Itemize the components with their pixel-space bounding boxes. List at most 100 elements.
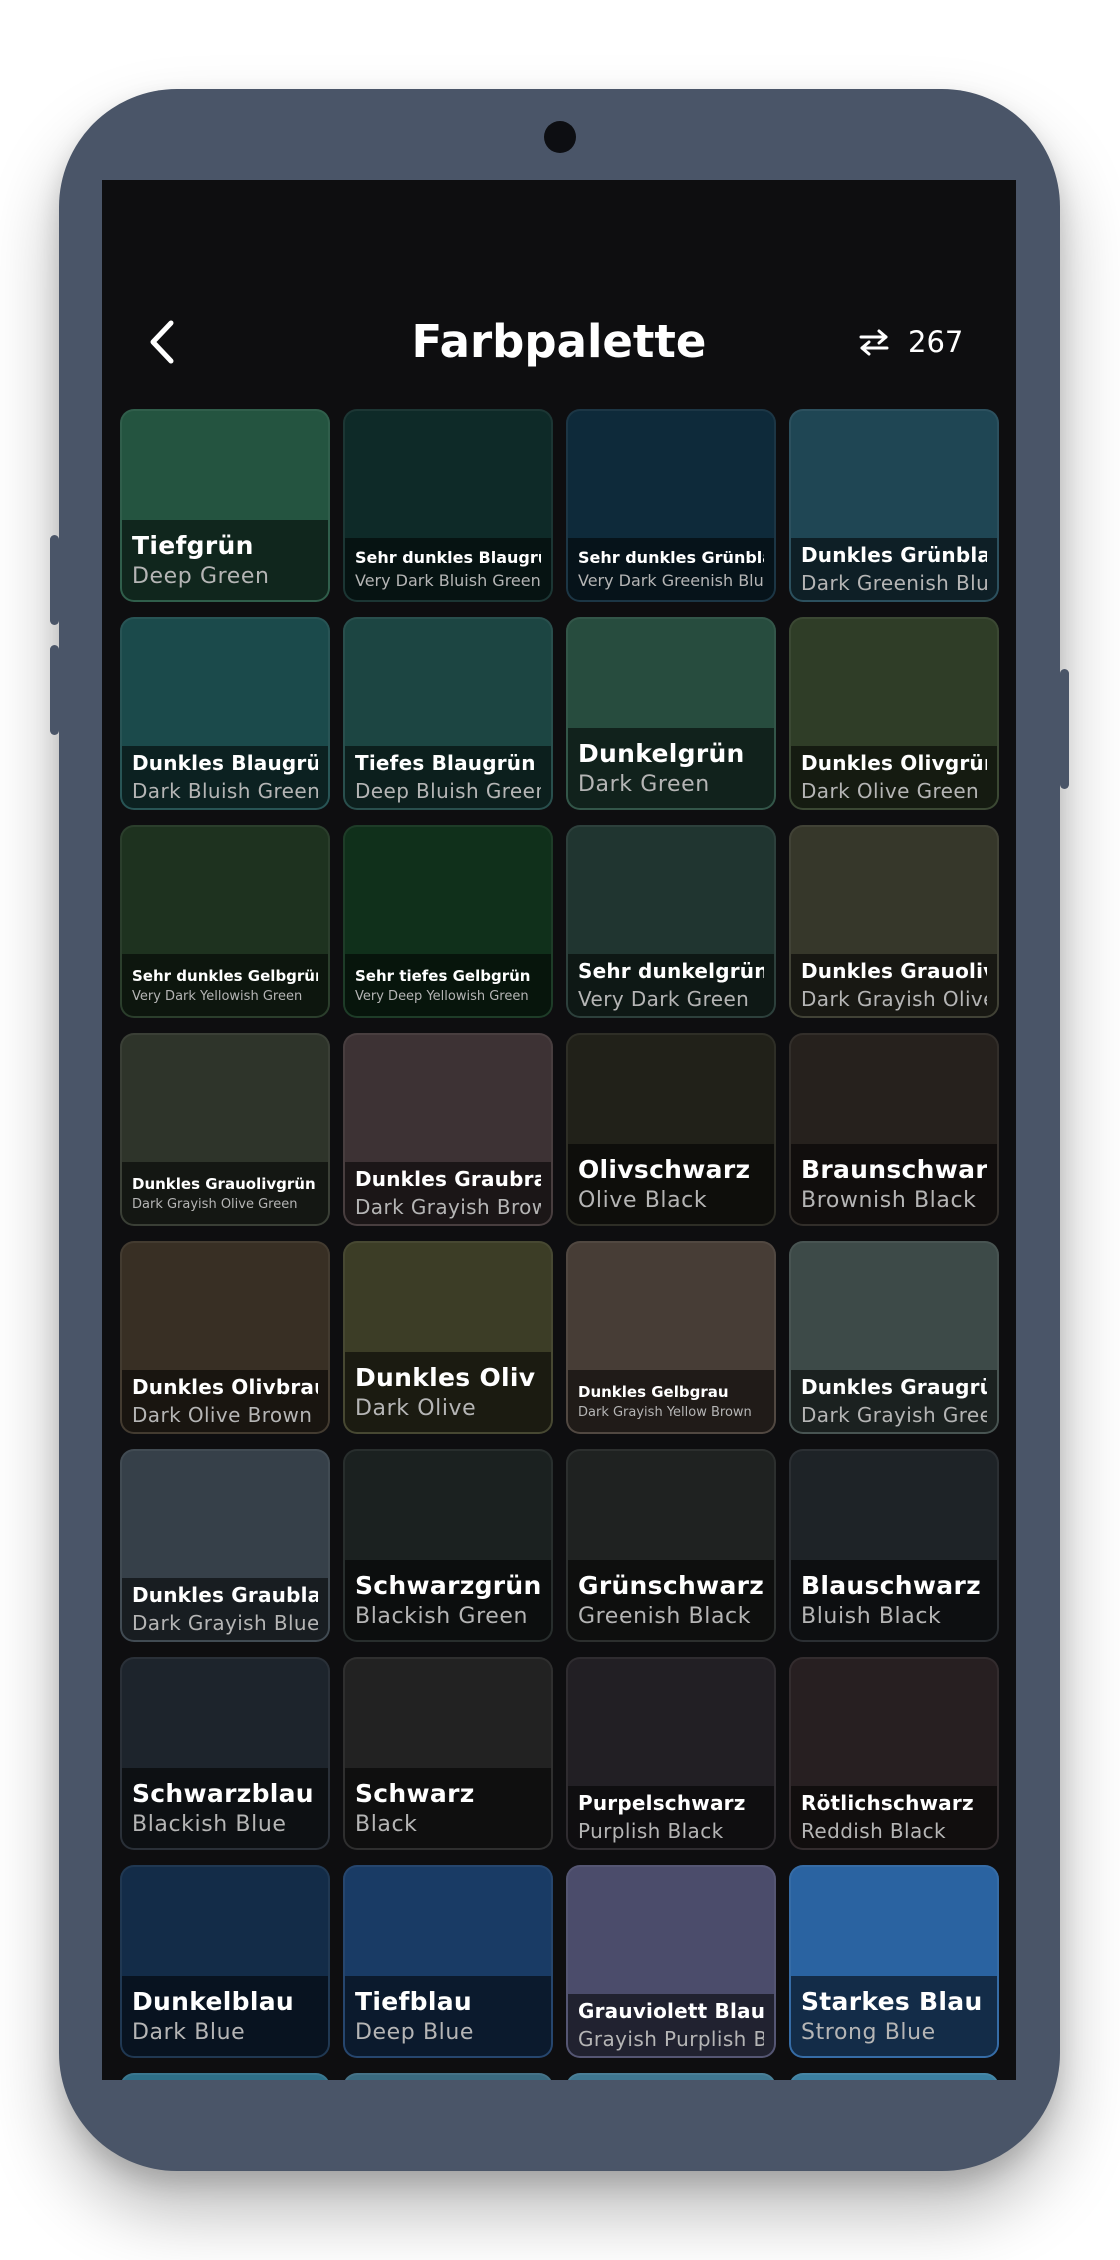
color-name-english: Strong Blue: [801, 2020, 936, 2045]
color-name-english: Blackish Green: [355, 1604, 529, 1629]
phone-frame: Farbpalette 267 Tiefgrün Deep Green Sehr d…: [50, 89, 1069, 2171]
side-button: [1060, 669, 1069, 789]
color-name-english: Black: [355, 1812, 418, 1837]
color-name-german: Sehr dunkles Gelbgrün: [132, 966, 318, 985]
color-swatch-card[interactable]: Dunkles Graugrün Dark Grayish Green: [789, 1241, 999, 1434]
color-name-german: Dunkles Graublau: [132, 1583, 318, 1607]
swatch-label: Purpelschwarz Purplish Black: [568, 1786, 774, 1848]
color-name-german: Starkes Blau: [801, 1987, 983, 2016]
color-swatch-card[interactable]: [120, 2073, 330, 2080]
color-swatch-card[interactable]: Dunkles Grauolivgrün Dark Grayish Olive G…: [120, 1033, 330, 1226]
color-name-english: Dark Olive: [355, 1396, 477, 1421]
color-swatch-card[interactable]: Tiefblau Deep Blue: [343, 1865, 553, 2058]
camera-icon: [544, 121, 576, 153]
color-name-german: Dunkles Gelbgrau: [578, 1382, 729, 1401]
color-swatch-card[interactable]: [789, 2073, 999, 2080]
color-swatch-card[interactable]: Dunkles Graublau Dark Grayish Blue: [120, 1449, 330, 1642]
color-swatch-card[interactable]: Dunkelblau Dark Blue: [120, 1865, 330, 2058]
color-name-german: Braunschwarz: [801, 1155, 987, 1184]
swatch-label: Dunkles Olivbraun Dark Olive Brown: [122, 1370, 328, 1432]
color-name-german: Schwarz: [355, 1779, 475, 1808]
color-name-german: Rötlichschwarz: [801, 1791, 974, 1815]
color-name-german: Blauschwarz: [801, 1571, 981, 1600]
color-name-german: Tiefblau: [355, 1987, 472, 2016]
swap-button[interactable]: [852, 320, 896, 364]
swatch-label: Dunkelblau Dark Blue: [122, 1976, 328, 2056]
swatch-label: Dunkles Grünblau Dark Greenish Blue: [791, 538, 997, 600]
color-name-german: Grünschwarz: [578, 1571, 764, 1600]
color-name-english: Very Deep Yellowish Green: [355, 988, 529, 1004]
color-name-german: Dunkles Olivgrün: [801, 751, 987, 775]
color-swatch-card[interactable]: Braunschwarz Brownish Black: [789, 1033, 999, 1226]
color-name-german: Dunkles Graubraun: [355, 1167, 541, 1191]
color-swatch-card[interactable]: Dunkles Grünblau Dark Greenish Blue: [789, 409, 999, 602]
color-name-german: Sehr dunkles Blaugrün: [355, 548, 541, 567]
color-name-english: Purplish Black: [578, 1819, 724, 1843]
color-swatch-card[interactable]: Sehr dunkles Gelbgrün Very Dark Yellowish…: [120, 825, 330, 1018]
color-swatch-card[interactable]: Dunkles Gelbgrau Dark Grayish Yellow Brow…: [566, 1241, 776, 1434]
color-count: 267: [908, 325, 964, 359]
swatch-label: Blauschwarz Bluish Black: [791, 1560, 997, 1640]
color-swatch-card[interactable]: Blauschwarz Bluish Black: [789, 1449, 999, 1642]
color-name-english: Bluish Black: [801, 1604, 942, 1629]
color-swatch-card[interactable]: Grünschwarz Greenish Black: [566, 1449, 776, 1642]
color-name-german: Schwarzgrün: [355, 1571, 541, 1600]
color-name-german: Dunkles Olivbraun: [132, 1375, 318, 1399]
swatch-label: Sehr dunkles Gelbgrün Very Dark Yellowish…: [122, 954, 328, 1016]
color-swatch-card[interactable]: Dunkles Graubraun Dark Grayish Brown: [343, 1033, 553, 1226]
swatch-label: Sehr dunkles Blaugrün Very Dark Bluish Gr…: [345, 538, 551, 600]
color-swatch-card[interactable]: Olivschwarz Olive Black: [566, 1033, 776, 1226]
color-swatch-card[interactable]: [343, 2073, 553, 2080]
color-grid: Tiefgrün Deep Green Sehr dunkles Blaugrün V…: [120, 409, 1000, 2080]
color-name-english: Very Dark Green: [578, 987, 750, 1011]
color-name-english: Deep Green: [132, 564, 270, 589]
color-name-english: Dark Grayish Green: [801, 1403, 987, 1427]
color-swatch-card[interactable]: [566, 2073, 776, 2080]
color-name-english: Dark Grayish Blue: [132, 1611, 318, 1635]
color-name-english: Dark Bluish Green: [132, 779, 318, 803]
swatch-label: Tiefes Blaugrün Deep Bluish Green: [345, 746, 551, 808]
color-name-english: Very Dark Greenish Blue: [578, 571, 764, 590]
color-name-english: Brownish Black: [801, 1188, 977, 1213]
color-swatch-card[interactable]: Grauviolett Blau Grayish Purplish Blue: [566, 1865, 776, 2058]
color-swatch-card[interactable]: Dunkles Blaugrün Dark Bluish Green: [120, 617, 330, 810]
color-swatch-card[interactable]: Dunkles Olivgrün Dark Olive Green: [789, 617, 999, 810]
color-swatch-card[interactable]: Purpelschwarz Purplish Black: [566, 1657, 776, 1850]
color-swatch-card[interactable]: Sehr dunkles Blaugrün Very Dark Bluish Gr…: [343, 409, 553, 602]
color-swatch-card[interactable]: Starkes Blau Strong Blue: [789, 1865, 999, 2058]
swatch-label: Sehr dunkelgrün Very Dark Green: [568, 954, 774, 1016]
color-name-english: Very Dark Yellowish Green: [132, 988, 303, 1004]
color-name-english: Reddish Black: [801, 1819, 947, 1843]
color-name-german: Dunkles Oliv: [355, 1363, 536, 1392]
color-name-english: Blackish Blue: [132, 1812, 287, 1837]
color-name-english: Olive Black: [578, 1188, 708, 1213]
color-swatch-card[interactable]: Sehr dunkelgrün Very Dark Green: [566, 825, 776, 1018]
color-name-english: Very Dark Bluish Green: [355, 571, 541, 590]
color-swatch-card[interactable]: Dunkles Olivbraun Dark Olive Brown: [120, 1241, 330, 1434]
color-swatch-card[interactable]: Tiefgrün Deep Green: [120, 409, 330, 602]
color-name-german: Purpelschwarz: [578, 1791, 746, 1815]
color-swatch-card[interactable]: Rötlichschwarz Reddish Black: [789, 1657, 999, 1850]
color-name-english: Dark Green: [578, 772, 710, 797]
color-swatch-card[interactable]: Sehr tiefes Gelbgrün Very Deep Yellowish …: [343, 825, 553, 1018]
color-swatch-card[interactable]: Sehr dunkles Grünblau Very Dark Greenish …: [566, 409, 776, 602]
app-screen: Farbpalette 267 Tiefgrün Deep Green Sehr d…: [102, 180, 1016, 2080]
color-swatch-card[interactable]: Schwarz Black: [343, 1657, 553, 1850]
color-swatch-card[interactable]: Schwarzgrün Blackish Green: [343, 1449, 553, 1642]
color-name-german: Sehr dunkelgrün: [578, 959, 764, 983]
color-swatch-card[interactable]: Dunkelgrün Dark Green: [566, 617, 776, 810]
color-swatch-card[interactable]: Dunkles Oliv Dark Olive: [343, 1241, 553, 1434]
color-swatch-card[interactable]: Tiefes Blaugrün Deep Bluish Green: [343, 617, 553, 810]
color-name-english: Dark Grayish Yellow Brown: [578, 1404, 752, 1420]
color-swatch-card[interactable]: Schwarzblau Blackish Blue: [120, 1657, 330, 1850]
color-name-english: Dark Grayish Olive: [801, 987, 987, 1011]
swatch-label: Dunkles Graugrün Dark Grayish Green: [791, 1370, 997, 1432]
color-name-english: Dark Olive Green: [801, 779, 980, 803]
color-name-english: Dark Olive Brown: [132, 1403, 313, 1427]
color-name-german: Tiefgrün: [132, 531, 254, 560]
swatch-label: Schwarzgrün Blackish Green: [345, 1560, 551, 1640]
color-swatch-card[interactable]: Dunkles Grauoliv Dark Grayish Olive: [789, 825, 999, 1018]
swatch-label: Dunkles Graublau Dark Grayish Blue: [122, 1578, 328, 1640]
swatch-label: Olivschwarz Olive Black: [568, 1144, 774, 1224]
swatch-label: Starkes Blau Strong Blue: [791, 1976, 997, 2056]
